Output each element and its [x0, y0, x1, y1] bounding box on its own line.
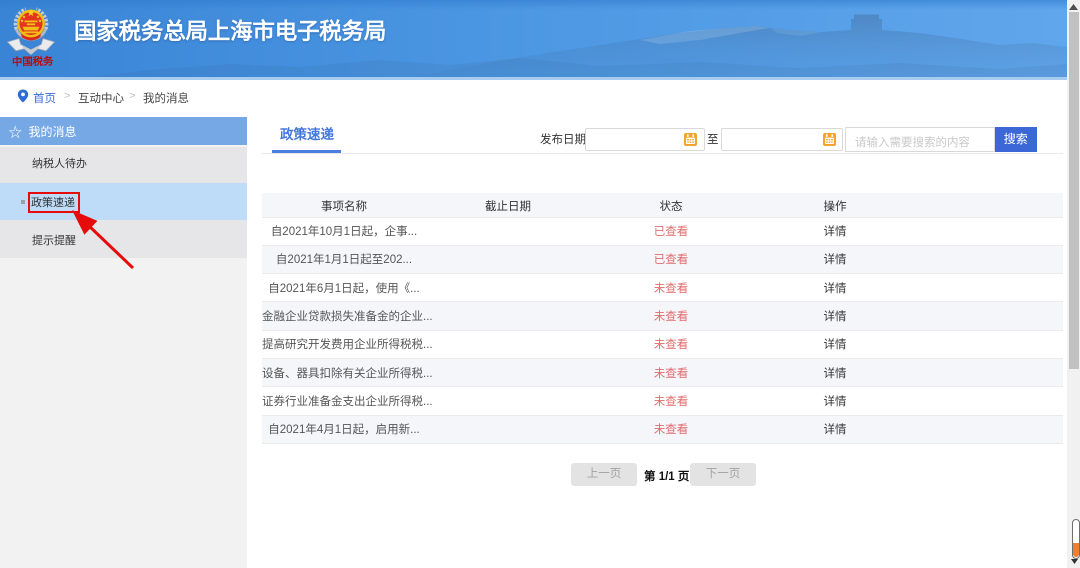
svg-text:★: ★ — [38, 18, 42, 23]
svg-text:★: ★ — [27, 8, 35, 17]
svg-text:★: ★ — [20, 18, 24, 23]
